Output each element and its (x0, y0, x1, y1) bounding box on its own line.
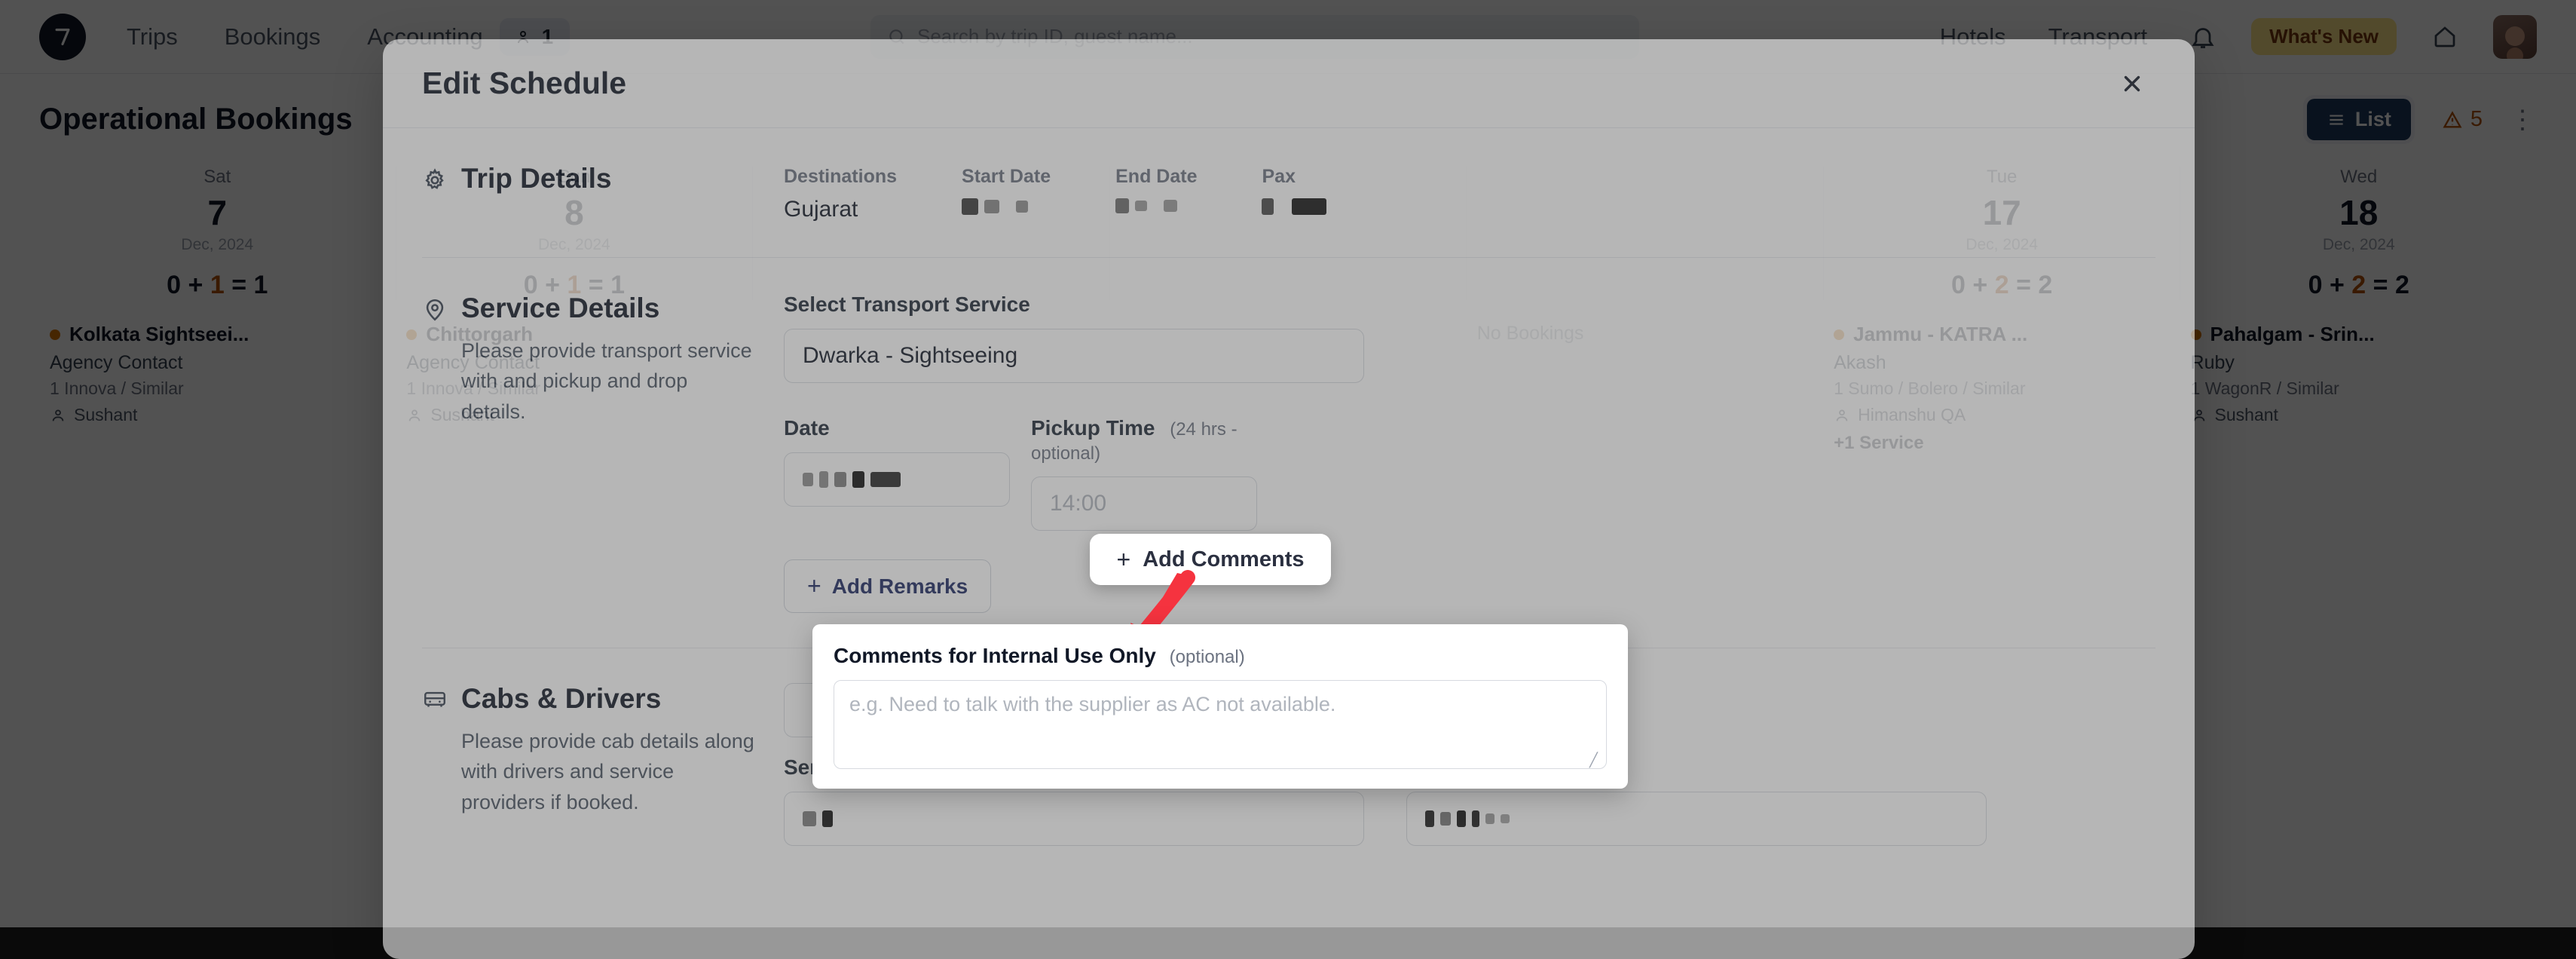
comments-textarea[interactable]: e.g. Need to talk with the supplier as A… (834, 680, 1607, 769)
cabs-drivers-description: Please provide cab details along with dr… (461, 726, 757, 818)
trip-details-left: Trip Details (422, 163, 784, 222)
comments-popover-label: Comments for Internal Use Only (optional… (834, 644, 1607, 668)
modal-title: Edit Schedule (422, 66, 626, 101)
trip-field-pax: Pax (1262, 166, 1326, 222)
trip-field-label: Destinations (784, 166, 897, 188)
close-icon[interactable] (2109, 60, 2155, 107)
redacted-cab-details (1425, 810, 1510, 827)
redacted-value (1115, 198, 1177, 213)
trip-field-value: Gujarat (784, 197, 897, 222)
trip-details-heading: Trip Details (422, 163, 757, 195)
edit-schedule-modal: Edit Schedule Trip Details (383, 39, 2195, 959)
service-provider-input[interactable] (784, 792, 1364, 846)
service-details-right: Select Transport Service Dwarka - Sights… (784, 293, 2155, 613)
service-details-title: Service Details (461, 293, 659, 325)
comments-textarea-placeholder: e.g. Need to talk with the supplier as A… (849, 693, 1335, 715)
add-comments-button[interactable]: + Add Comments (1090, 534, 1331, 585)
cabs-drivers-title: Cabs & Drivers (461, 683, 661, 715)
comments-popover-label-text: Comments for Internal Use Only (834, 644, 1156, 667)
cabs-drivers-left: Cabs & Drivers Please provide cab detail… (422, 683, 784, 846)
service-action-buttons: + Add Remarks (784, 559, 2155, 613)
trip-field-label: Start Date (962, 166, 1051, 188)
date-time-row: Date Pick (784, 416, 2155, 531)
service-details-description: Please provide transport service with an… (461, 335, 757, 427)
trip-field-label: End Date (1115, 166, 1197, 188)
modal-header: Edit Schedule (383, 39, 2195, 128)
trip-details-right: Destinations Gujarat Start Date (784, 163, 2155, 222)
trip-field-start-date: Start Date (962, 166, 1051, 222)
bus-icon (422, 688, 448, 713)
redacted-value (1262, 198, 1326, 215)
resize-grip-icon[interactable]: ╱ (1589, 753, 1602, 765)
trip-field-label: Pax (1262, 166, 1326, 188)
location-pin-icon (422, 297, 448, 323)
transport-service-label: Select Transport Service (784, 293, 2155, 317)
pickup-time-label: Pickup Time (24 hrs - optional) (1031, 416, 1257, 464)
pickup-time-field-group: Pickup Time (24 hrs - optional) 14:00 (1031, 416, 1257, 531)
pickup-time-input[interactable]: 14:00 (1031, 476, 1257, 531)
redacted-date-value (803, 471, 901, 488)
cab-details-input[interactable] (1406, 792, 1987, 846)
add-remarks-label: Add Remarks (832, 574, 968, 599)
service-details-left: Service Details Please provide transport… (422, 293, 784, 613)
date-label: Date (784, 416, 1010, 440)
comments-popover: Comments for Internal Use Only (optional… (812, 624, 1628, 789)
plus-icon: + (1117, 546, 1131, 574)
trip-field-destinations: Destinations Gujarat (784, 166, 897, 222)
gear-icon (422, 167, 448, 193)
pickup-time-label-text: Pickup Time (1031, 416, 1155, 440)
section-service-details: Service Details Please provide transport… (422, 258, 2155, 648)
trip-details-grid: Destinations Gujarat Start Date (784, 163, 2155, 222)
section-trip-details: Trip Details Destinations Gujarat Start … (422, 128, 2155, 258)
trip-details-title: Trip Details (461, 163, 611, 195)
service-details-heading: Service Details (422, 293, 757, 325)
trip-field-end-date: End Date (1115, 166, 1197, 222)
transport-service-select[interactable]: Dwarka - Sightseeing (784, 329, 1364, 383)
comments-popover-optional: (optional) (1170, 647, 1245, 667)
redacted-value (962, 198, 1028, 215)
redacted-service-provider (803, 810, 833, 827)
add-comments-label: Add Comments (1143, 547, 1304, 572)
add-remarks-button[interactable]: + Add Remarks (784, 559, 991, 613)
plus-icon: + (807, 572, 821, 600)
date-field-group: Date (784, 416, 1010, 531)
date-input[interactable] (784, 452, 1010, 507)
cabs-drivers-heading: Cabs & Drivers (422, 683, 757, 715)
